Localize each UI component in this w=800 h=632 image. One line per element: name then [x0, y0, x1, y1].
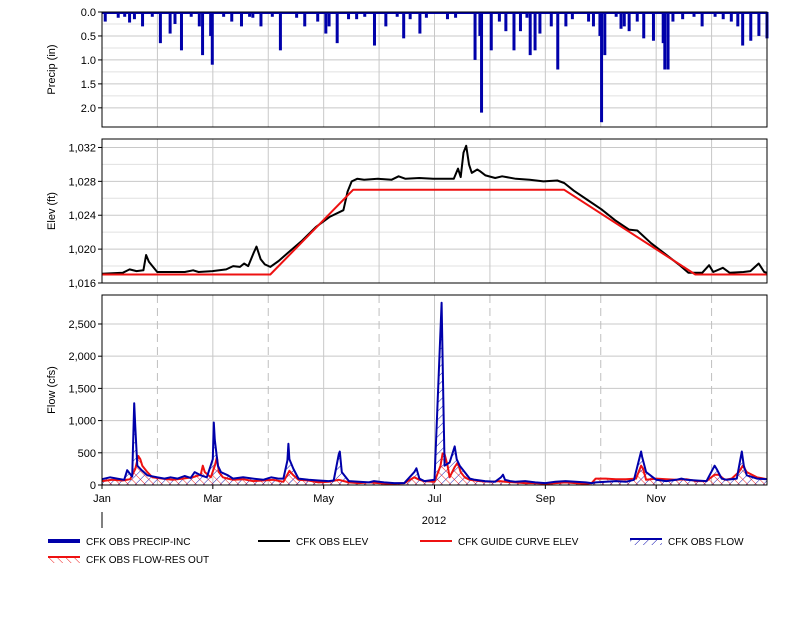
precip-bar	[757, 12, 761, 36]
precip-bar	[600, 12, 604, 123]
precip-bar	[556, 12, 560, 70]
legend-label: CFK OBS PRECIP-INC	[86, 537, 190, 548]
precip-bar	[239, 12, 243, 27]
y-tick-label: 0.5	[81, 31, 96, 43]
precip-bar	[538, 12, 542, 34]
y-tick-label: 1,028	[68, 176, 96, 188]
x-tick-label: Mar	[203, 493, 222, 505]
precip-bar	[335, 12, 339, 44]
y-axis-label: Elev (ft)	[46, 192, 58, 230]
precip-bar	[512, 12, 516, 51]
precip-bar	[627, 12, 631, 32]
precip-bar	[402, 12, 406, 39]
precip-bar	[372, 12, 376, 46]
precip-bar	[622, 12, 626, 27]
precip-bar	[603, 12, 607, 56]
precip-bar	[278, 12, 282, 51]
y-tick-label: 1,500	[68, 383, 96, 395]
y-tick-label: 1,000	[68, 416, 96, 428]
precip-bar	[259, 12, 263, 27]
precip-bar	[473, 12, 477, 60]
y-tick-label: 1,016	[68, 278, 96, 290]
legend-label: CFK GUIDE CURVE ELEV	[458, 537, 579, 548]
precip-bar	[700, 12, 704, 27]
y-tick-label: 1,020	[68, 244, 96, 256]
x-tick-label: Sep	[536, 493, 556, 505]
precip-bar	[663, 12, 667, 70]
y-tick-label: 2.0	[81, 103, 96, 115]
precip-bar	[591, 12, 595, 27]
precip-bar	[384, 12, 388, 27]
chart-svg: 0.0 0.5 1.0 1.5 2.0 Precip (in) 1,016 1,020 1,02…	[46, 7, 769, 566]
precip-bar	[736, 12, 740, 27]
precip-bar	[528, 12, 532, 56]
precip-bar	[651, 12, 655, 41]
precip-bar	[564, 12, 568, 27]
precip-bar	[324, 12, 328, 34]
precip-bar	[741, 12, 745, 46]
x-tick-label: May	[313, 493, 334, 505]
legend-label: CFK OBS FLOW	[668, 537, 744, 548]
hydrograph-chart: 0.0 0.5 1.0 1.5 2.0 Precip (in) 1,016 1,020 1,02…	[0, 0, 800, 627]
legend-item: CFK GUIDE CURVE ELEV	[420, 537, 579, 548]
y-tick-label: 1.5	[81, 79, 96, 91]
y-tick-label: 1.0	[81, 55, 96, 67]
x-tick-label: Jan	[93, 493, 111, 505]
precip-bar	[327, 12, 331, 27]
precip-bar	[489, 12, 493, 51]
precip-bar	[210, 12, 214, 65]
y-tick-label: 2,500	[68, 319, 96, 331]
y-tick-label: 2,000	[68, 351, 96, 363]
x-tick-label: Jul	[427, 493, 441, 505]
precip-bar	[197, 12, 201, 27]
legend-label: CFK OBS FLOW-RES OUT	[86, 555, 209, 566]
precip-bar	[642, 12, 646, 39]
legend-label: CFK OBS ELEV	[296, 537, 369, 548]
precip-bar	[179, 12, 183, 51]
y-tick-label: 1,032	[68, 142, 96, 154]
precip-bar	[480, 12, 484, 113]
x-year-label: 2012	[422, 515, 446, 527]
precip-bar	[666, 12, 670, 70]
y-axis-label: Precip (in)	[46, 44, 58, 94]
y-axis-label: Flow (cfs)	[46, 366, 58, 414]
legend-item: CFK OBS PRECIP-INC	[48, 537, 190, 548]
precip-bar	[533, 12, 537, 51]
precip-bar	[549, 12, 553, 27]
y-tick-label: 0	[90, 480, 96, 492]
precip-bar	[168, 12, 172, 34]
precip-bar	[518, 12, 522, 32]
precip-bar	[141, 12, 145, 27]
legend-item: CFK OBS FLOW	[630, 537, 744, 548]
precip-bar	[201, 12, 205, 56]
precip-bar	[158, 12, 162, 44]
precip-bar	[303, 12, 307, 27]
precip-bar	[749, 12, 753, 41]
legend-item: CFK OBS FLOW-RES OUT	[48, 555, 209, 566]
x-tick-label: Nov	[646, 493, 666, 505]
precip-bar	[504, 12, 508, 32]
y-tick-label: 500	[78, 448, 96, 460]
precip-bar	[418, 12, 422, 34]
precip-bar	[619, 12, 623, 29]
y-tick-label: 1,024	[68, 210, 96, 222]
legend-item: CFK OBS ELEV	[258, 537, 369, 548]
y-tick-label: 0.0	[81, 7, 96, 19]
